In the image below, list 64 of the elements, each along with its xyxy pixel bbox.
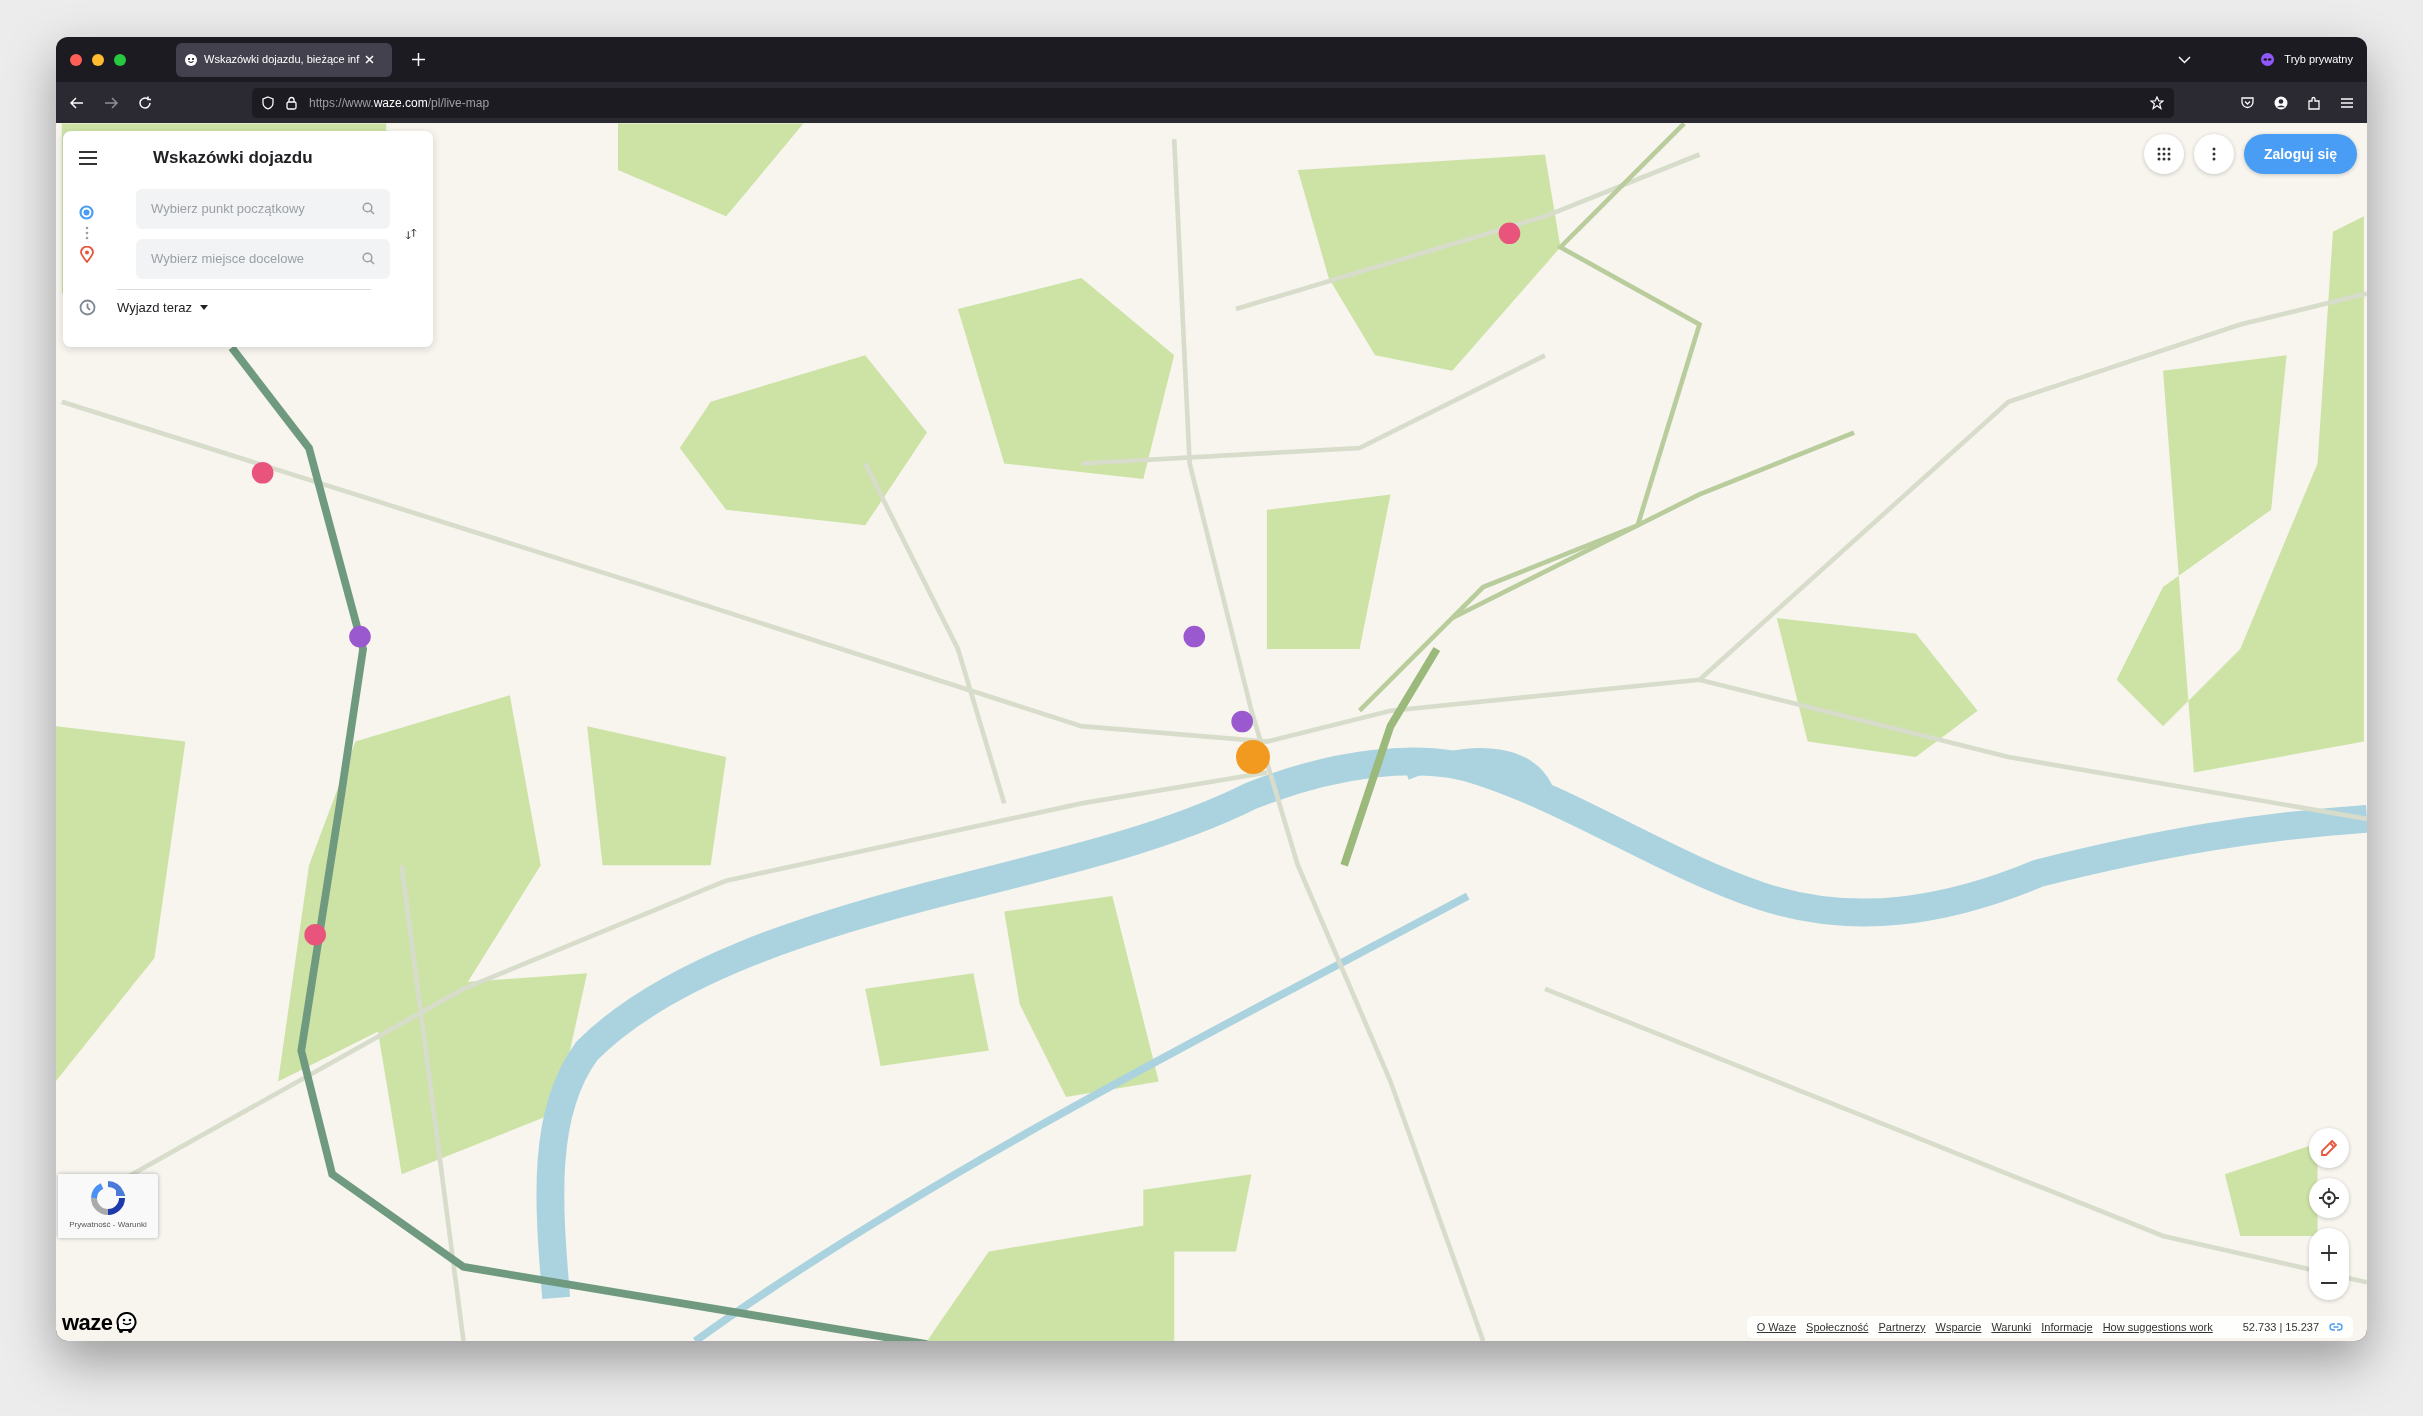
pencil-icon: [2320, 1139, 2338, 1157]
recaptcha-badge[interactable]: Prywatność - Warunki: [58, 1174, 158, 1238]
lock-icon: [286, 95, 297, 110]
panel-title: Wskazówki dojazdu: [153, 147, 313, 169]
footer-link[interactable]: Informacje: [2041, 1318, 2093, 1336]
map-marker-icon[interactable]: [1231, 710, 1253, 733]
search-icon: [362, 251, 375, 265]
link-icon[interactable]: [2329, 1323, 2343, 1331]
minimize-window-button[interactable]: [92, 53, 104, 66]
more-icon: [2211, 147, 2216, 161]
smiley-icon: [184, 52, 198, 67]
destination-field[interactable]: Wybierz miejsce docelowe: [136, 238, 390, 279]
private-mode-label: Tryb prywatny: [2284, 52, 2353, 68]
chevron-down-icon[interactable]: [2178, 55, 2192, 64]
footer-link[interactable]: Społeczność: [1806, 1318, 1869, 1336]
menu-icon[interactable]: [79, 150, 97, 165]
map-marker-icon[interactable]: [1236, 740, 1270, 775]
origin-field[interactable]: Wybierz punkt początkowy: [136, 188, 390, 229]
puzzle-icon[interactable]: [2308, 95, 2321, 110]
account-icon[interactable]: [2274, 95, 2288, 110]
browser-tab[interactable]: Wskazówki dojazdu, bieżące inf: [176, 42, 392, 77]
map-marker-icon[interactable]: [251, 461, 274, 484]
forward-icon[interactable]: [104, 96, 118, 109]
footer-link[interactable]: How suggestions work: [2102, 1318, 2213, 1336]
pocket-icon[interactable]: [2241, 96, 2254, 109]
close-window-button[interactable]: [70, 53, 82, 66]
crosshair-icon: [2319, 1188, 2339, 1208]
close-tab-icon[interactable]: [365, 55, 375, 64]
mask-icon: [2261, 53, 2275, 66]
zoom-out-icon[interactable]: [2321, 1281, 2337, 1284]
dots-icon: [84, 225, 89, 240]
shield-icon: [262, 95, 274, 110]
recaptcha-links[interactable]: Prywatność - Warunki: [69, 1219, 147, 1231]
apps-button[interactable]: [2143, 134, 2184, 174]
zoom-in-icon[interactable]: [2321, 1244, 2337, 1261]
origin-icon: [79, 204, 94, 220]
url-text: https://www.waze.com/pl/live-map: [309, 94, 490, 112]
back-icon[interactable]: [70, 96, 84, 109]
edit-button[interactable]: [2309, 1128, 2349, 1168]
caret-icon: [200, 304, 209, 310]
clock-icon: [79, 298, 96, 316]
footer-link[interactable]: Partnerzy: [1878, 1318, 1926, 1336]
footer-link[interactable]: Warunki: [1991, 1318, 2032, 1336]
footer-link[interactable]: O Waze: [1756, 1318, 1797, 1336]
grid-icon: [2156, 147, 2171, 161]
destination-pin-icon: [79, 245, 94, 263]
departure-dropdown[interactable]: Wyjazd teraz: [117, 297, 209, 317]
search-icon: [362, 201, 375, 215]
recaptcha-icon: [90, 1180, 126, 1216]
star-icon[interactable]: [2150, 95, 2164, 110]
map-marker-icon[interactable]: [1183, 625, 1206, 648]
tab-title: Wskazówki dojazdu, bieżące inf: [204, 52, 360, 68]
address-bar[interactable]: https://www.waze.com/pl/live-map: [252, 87, 2174, 118]
maximize-window-button[interactable]: [114, 53, 126, 66]
map-marker-icon[interactable]: [1498, 222, 1521, 245]
smiley-ghost-icon: [114, 1311, 139, 1335]
coordinates-text: 52.733 | 15.237: [2242, 1319, 2319, 1335]
map-marker-icon[interactable]: [304, 923, 326, 946]
map-marker-icon[interactable]: [349, 625, 371, 648]
new-tab-icon[interactable]: [412, 53, 425, 66]
footer-link[interactable]: Wsparcie: [1935, 1318, 1982, 1336]
locate-button[interactable]: [2309, 1178, 2349, 1218]
reload-icon[interactable]: [138, 95, 152, 110]
logo-text: waze: [62, 1312, 113, 1334]
